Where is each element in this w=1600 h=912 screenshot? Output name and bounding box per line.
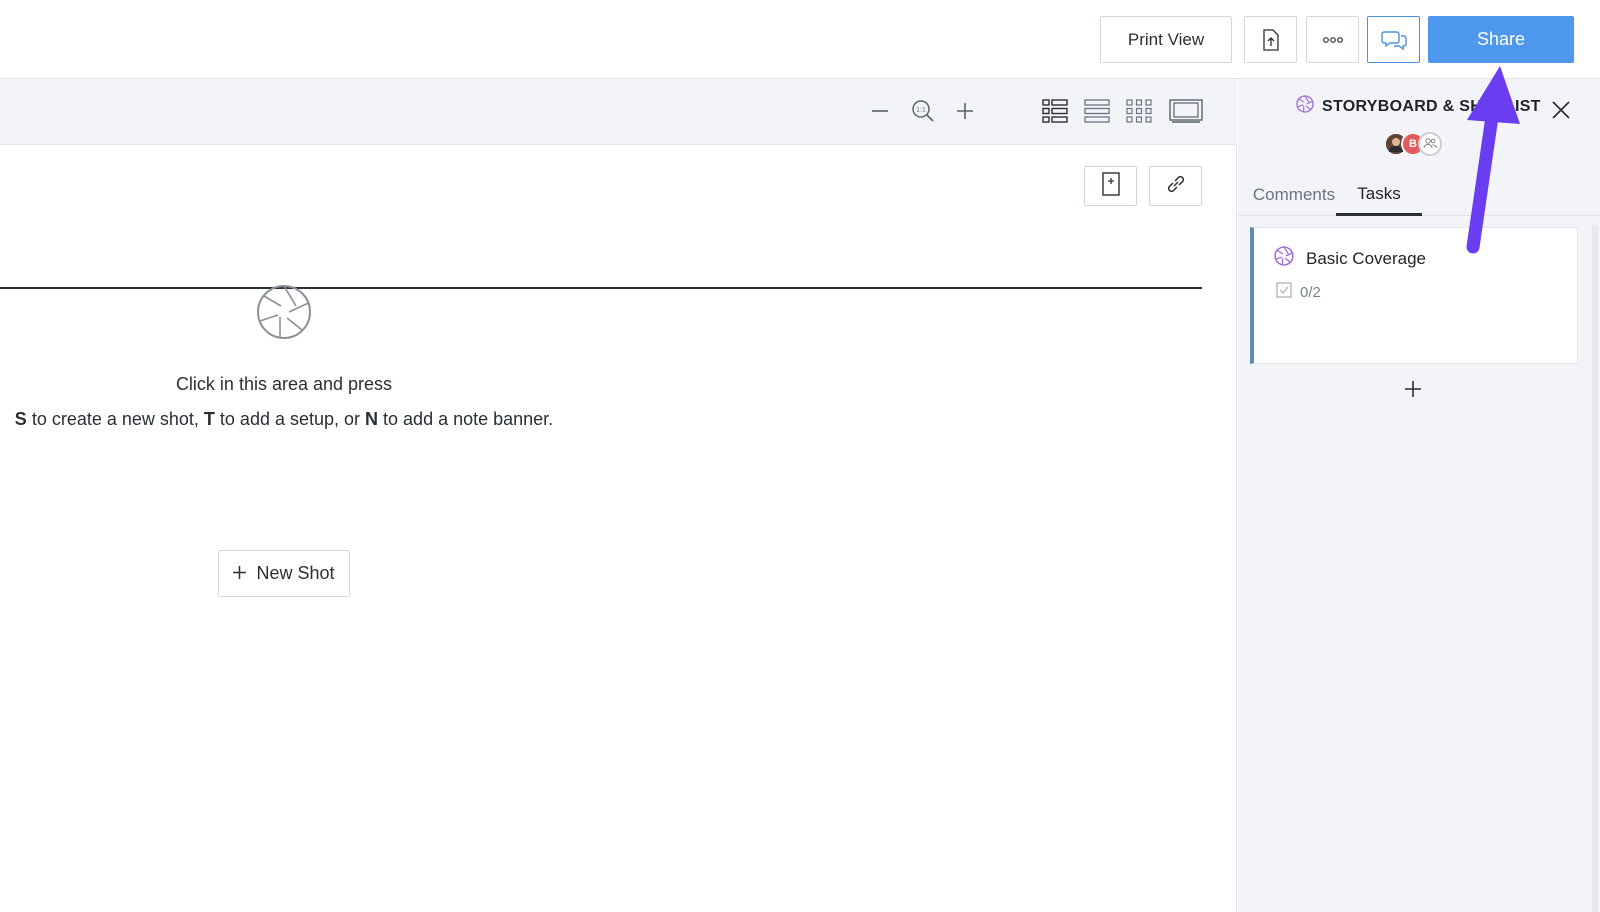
rows-view-icon [1084, 98, 1110, 128]
top-bar: Print View Share [0, 0, 1600, 79]
zoom-reset-button[interactable]: 1:1 [908, 98, 938, 128]
filmstrip-view-icon [1169, 98, 1203, 128]
insert-page-icon [1101, 171, 1121, 201]
tab-comments[interactable]: Comments [1252, 174, 1336, 216]
avatar[interactable] [1418, 132, 1442, 156]
print-view-button[interactable]: Print View [1100, 16, 1232, 63]
zoom-in-button[interactable] [950, 98, 980, 128]
hint-key-t: T [203, 409, 215, 429]
filmstrip-view-button[interactable] [1168, 98, 1204, 128]
side-panel: STORYBOARD & SHOTLIST B Comments Tasks B… [1238, 79, 1600, 912]
task-progress-text: 0/2 [1300, 283, 1321, 301]
grid-view-icon [1126, 98, 1152, 128]
hint-key-n: N [365, 409, 379, 429]
insert-page-button[interactable] [1084, 166, 1137, 206]
rows-view-button[interactable] [1081, 98, 1113, 128]
svg-text:1:1: 1:1 [916, 106, 926, 113]
collaborator-avatars[interactable]: B [1384, 132, 1454, 156]
new-shot-label: New Shot [256, 563, 335, 583]
plus-icon [956, 102, 974, 125]
scene-header [0, 145, 1202, 301]
export-button[interactable] [1244, 16, 1297, 63]
print-view-label: Print View [1127, 29, 1205, 49]
plus-icon [233, 563, 247, 584]
tab-tasks[interactable]: Tasks [1336, 174, 1422, 216]
close-panel-button[interactable] [1550, 99, 1572, 121]
task-card[interactable]: Basic Coverage 0/2 [1250, 227, 1578, 364]
share-label: Share [1476, 29, 1526, 49]
aperture-icon [0, 284, 568, 340]
plus-icon [1404, 380, 1422, 403]
aperture-icon [1274, 246, 1294, 271]
export-file-icon [1262, 28, 1280, 51]
link-icon [1164, 172, 1188, 201]
zoom-reset-icon: 1:1 [911, 99, 935, 128]
panel-scrollbar[interactable] [1592, 225, 1598, 912]
minus-icon [871, 102, 889, 125]
share-button[interactable]: Share [1428, 16, 1574, 63]
task-title: Basic Coverage [1274, 246, 1426, 271]
empty-state-title: Click in this area and press [175, 374, 393, 394]
empty-state-hint: S to create a new shot, T to add a setup… [0, 409, 568, 430]
hint-text-2: to add a setup, or [214, 409, 366, 429]
main-area: 1:1 Click in this area and press S to cr… [0, 79, 1237, 912]
task-title-text: Basic Coverage [1306, 248, 1427, 268]
empty-state[interactable]: Click in this area and press S to create… [0, 284, 568, 430]
list-view-icon [1042, 98, 1068, 128]
avatar-initial: B [1409, 138, 1417, 150]
copy-link-button[interactable] [1149, 166, 1202, 206]
add-task-button[interactable] [1401, 379, 1425, 403]
more-options-icon [1322, 36, 1344, 44]
hint-key-s: S [14, 409, 27, 429]
panel-title: STORYBOARD & SHOTLIST [1296, 95, 1541, 118]
task-progress: 0/2 [1276, 282, 1321, 302]
group-icon [1423, 137, 1438, 152]
panel-title-text: STORYBOARD & SHOTLIST [1322, 97, 1541, 115]
comments-toggle-button[interactable] [1367, 16, 1420, 63]
panel-tabs: Comments Tasks [1238, 174, 1600, 216]
comments-icon [1380, 29, 1407, 51]
list-view-button[interactable] [1039, 98, 1071, 128]
zoom-out-button[interactable] [865, 98, 895, 128]
grid-view-button[interactable] [1123, 98, 1155, 128]
view-toolbar: 1:1 [0, 79, 1237, 145]
hint-text-1: to create a new shot, [26, 409, 204, 429]
checkbox-icon [1276, 282, 1292, 302]
close-icon [1550, 101, 1572, 125]
hint-text-3: to add a note banner. [378, 409, 554, 429]
aperture-icon [1296, 95, 1314, 118]
new-shot-button[interactable]: New Shot [218, 550, 350, 597]
more-options-button[interactable] [1306, 16, 1359, 63]
